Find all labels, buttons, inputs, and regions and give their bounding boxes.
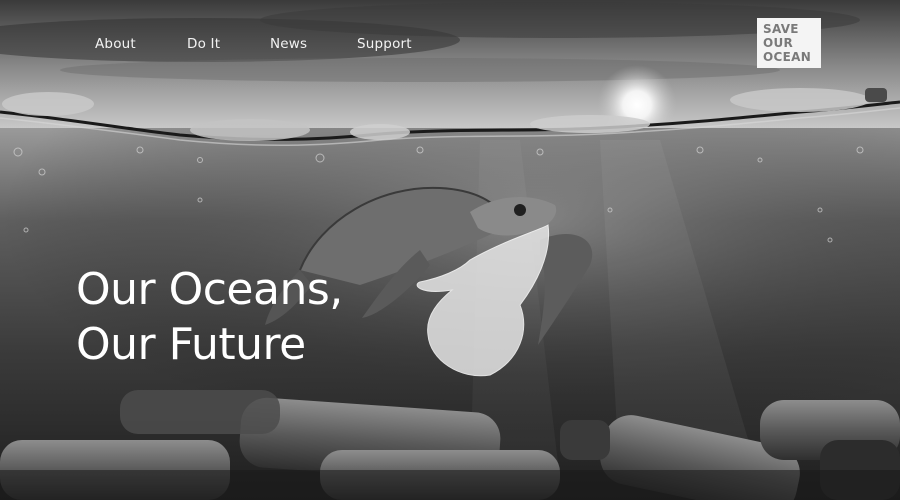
- hero-headline-line-1: Our Oceans,: [76, 264, 343, 315]
- logo-line-3: OCEAN: [763, 50, 812, 64]
- hero-headline-line-2: Our Future: [76, 319, 306, 370]
- ocean-background-image: [0, 0, 900, 500]
- nav-link-about[interactable]: About: [95, 36, 136, 52]
- nav-link-news[interactable]: News: [270, 36, 307, 52]
- hero-section: About Do It News Support SAVE OUR OCEAN …: [0, 0, 900, 500]
- nav-link-do-it[interactable]: Do It: [187, 36, 220, 52]
- logo-line-1: SAVE: [763, 22, 799, 36]
- nav-link-support[interactable]: Support: [357, 36, 412, 52]
- hero-headline: Our Oceans, Our Future: [76, 262, 343, 372]
- logo-line-2: OUR: [763, 36, 794, 50]
- save-our-ocean-logo[interactable]: SAVE OUR OCEAN: [757, 18, 821, 68]
